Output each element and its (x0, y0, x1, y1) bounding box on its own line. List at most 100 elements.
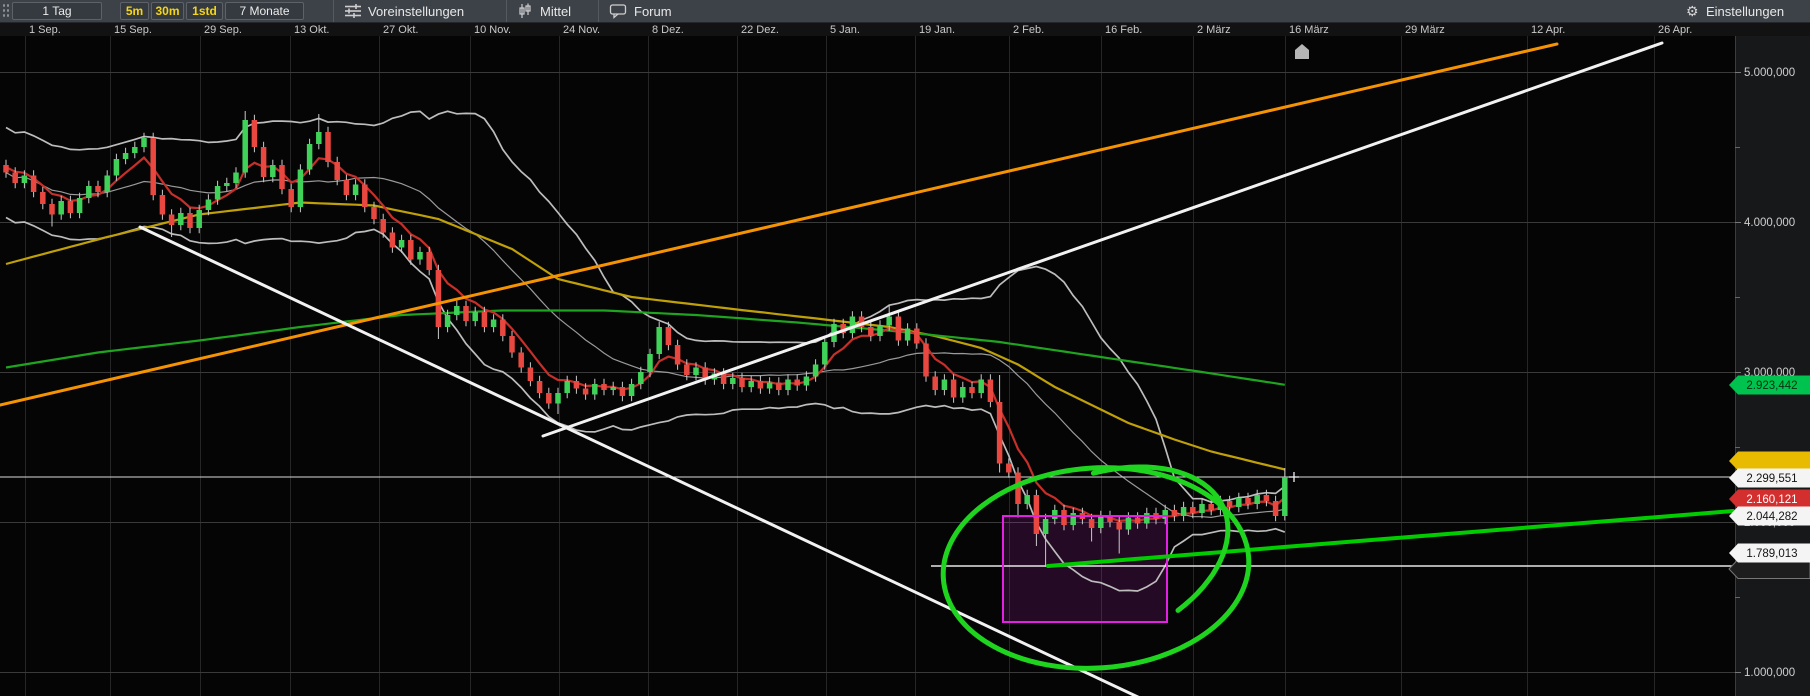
candle-body (647, 354, 653, 372)
timeframe-button[interactable]: 1 Tag (12, 2, 102, 20)
chart-canvas[interactable]: 5.000,0004.000,0003.000,0002.000,0001.00… (0, 0, 1810, 696)
candle-body (141, 138, 147, 147)
candle-body (233, 173, 239, 184)
candle-body (178, 213, 184, 225)
time-tick-label: 16 Feb. (1105, 24, 1142, 36)
candle-body (380, 219, 386, 233)
candle-body (1172, 510, 1178, 516)
price-chip-yellow-ma-value-hidden (1729, 452, 1810, 471)
toolbar: 1 Tag 5m 30m 1std 7 Monate Voreinstellun… (0, 0, 1810, 23)
time-tick-label: 10 Nov. (474, 24, 511, 36)
candle-body (767, 383, 773, 389)
time-tick-label: 24 Nov. (563, 24, 600, 36)
candle-body (371, 207, 377, 219)
candle-body (95, 186, 101, 192)
price-chip-label: 2.044,282 (1746, 511, 1797, 523)
candle-body (491, 320, 497, 328)
candle-body (528, 368, 534, 382)
drag-handle-icon[interactable] (2, 3, 11, 19)
candle-body (40, 192, 46, 204)
candle-body (114, 159, 120, 176)
candle-body (68, 201, 74, 213)
candle-body (353, 185, 359, 196)
candle-body (12, 173, 18, 184)
candle-body (86, 186, 92, 198)
candle-body (721, 374, 727, 385)
time-tick-label: 27 Okt. (383, 24, 418, 36)
candle-body (362, 185, 368, 208)
candle-body (1181, 507, 1187, 516)
range-button[interactable]: 7 Monate (225, 2, 304, 20)
trading-chart-app: 1 Tag 5m 30m 1std 7 Monate Voreinstellun… (0, 0, 1810, 696)
candlestick-icon (517, 3, 535, 19)
price-axis-panel (1735, 36, 1810, 696)
candle-body (914, 329, 920, 344)
candle-body (169, 215, 175, 226)
price-chip-label: 2.923,442 (1746, 380, 1797, 392)
candle-body (804, 377, 810, 386)
candle-body (1254, 495, 1260, 504)
price-chip-label: 2.299,551 (1746, 473, 1797, 485)
time-tick-label: 29 Sep. (204, 24, 242, 36)
candle-body (1273, 501, 1279, 516)
candle-body (1098, 516, 1104, 528)
time-tick-label: 13 Okt. (294, 24, 329, 36)
candle-body (325, 132, 331, 162)
candle-body (886, 317, 892, 326)
candle-body (316, 132, 322, 144)
interval-button-1std[interactable]: 1std (186, 2, 223, 20)
candle-body (592, 384, 598, 395)
time-tick-label: 16 März (1289, 24, 1329, 36)
candle-body (344, 180, 350, 195)
candle-body (3, 165, 9, 173)
candle-body (58, 201, 64, 215)
candle-body (666, 327, 672, 345)
candle-body (1089, 519, 1095, 528)
candle-body (472, 312, 478, 321)
candle-body (196, 210, 202, 228)
bollinger-upper-band (6, 111, 1285, 502)
candle-body (850, 317, 856, 334)
candle-body (776, 383, 782, 391)
candle-body (785, 380, 791, 391)
time-axis[interactable]: 1 Sep.15 Sep.29 Sep.13 Okt.27 Okt.10 Nov… (0, 23, 1810, 36)
candle-body (748, 381, 754, 387)
candle-body (417, 252, 423, 260)
candle-body (988, 380, 994, 403)
average-button[interactable]: Mittel (540, 4, 571, 19)
time-tick-label: 19 Jan. (919, 24, 955, 36)
settings-button[interactable]: Einstellungen (1706, 4, 1784, 19)
candle-body (1199, 504, 1205, 513)
candle-body (905, 329, 911, 341)
green-moving-average (6, 311, 1285, 385)
interval-button-30m[interactable]: 30m (151, 2, 184, 20)
candle-body (555, 393, 561, 404)
interval-button-5m[interactable]: 5m (120, 2, 149, 20)
drawn-rectangle-fill (1003, 516, 1167, 622)
candle-body (500, 320, 506, 337)
candle-body (923, 344, 929, 377)
presets-button[interactable]: Voreinstellungen (368, 4, 464, 19)
candle-body (868, 327, 874, 336)
candle-body (1070, 513, 1076, 525)
sliders-icon (344, 3, 362, 19)
candle-body (969, 387, 975, 393)
candle-body (620, 387, 626, 396)
price-chip-label: 1.789,013 (1746, 548, 1797, 560)
candle-body (454, 306, 460, 315)
candle-body (31, 176, 36, 193)
candle-body (242, 120, 248, 173)
candle-body (279, 165, 285, 189)
candle-body (1126, 518, 1132, 530)
forum-button[interactable]: Forum (634, 4, 672, 19)
candle-body (298, 170, 304, 208)
candle-body (739, 378, 745, 387)
candle-body (601, 384, 607, 390)
time-tick-label: 5 Jan. (830, 24, 860, 36)
candle-body (730, 378, 736, 384)
candle-body (1052, 510, 1058, 519)
time-tick-label: 2 März (1197, 24, 1231, 36)
candle-body (1264, 495, 1270, 501)
time-tick-label: 8 Dez. (652, 24, 684, 36)
candle-body (932, 377, 938, 391)
